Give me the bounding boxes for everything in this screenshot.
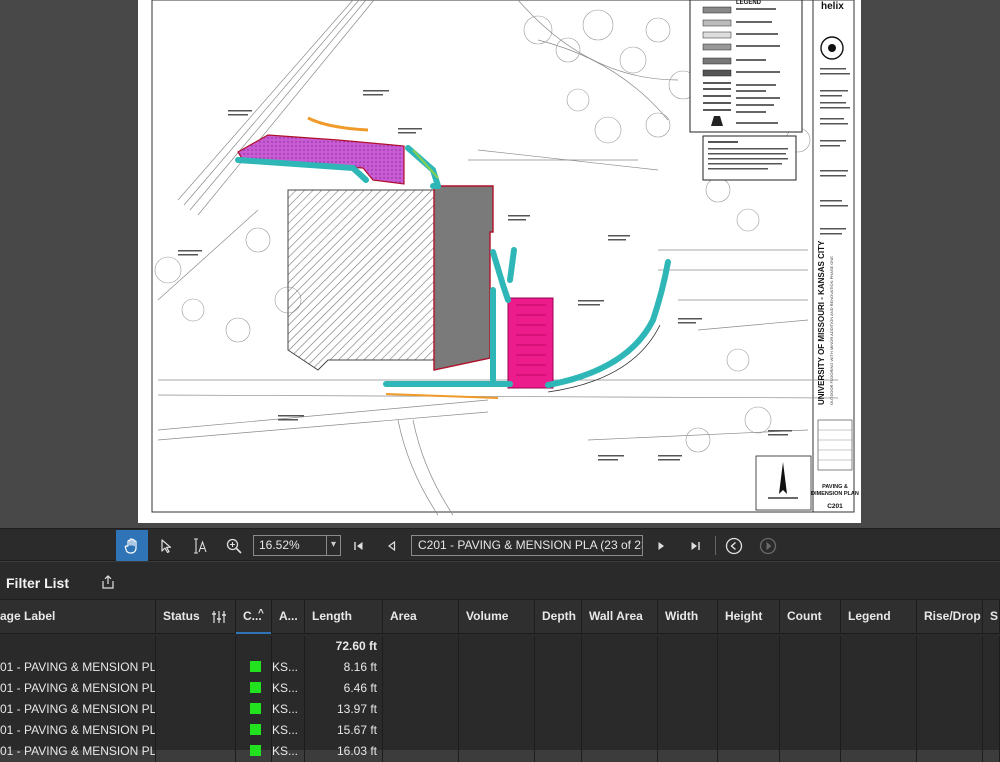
row-status [156,741,236,762]
page-indicator: C201 - PAVING & MENSION PLA (23 of 237) [418,538,643,552]
row-author: KS... [272,720,305,741]
color-swatch [250,682,261,693]
row-status [156,657,236,678]
status-header-label: Status [163,609,200,623]
export-icon[interactable] [100,574,116,590]
row-length: 13.97 ft [305,699,383,720]
sort-ascending-icon: ^ [258,608,264,619]
row-length: 6.46 ft [305,678,383,699]
row-length: 15.67 ft [305,720,383,741]
panel-header: Filter List [0,562,1000,600]
project-name: UNIVERSITY OF MISSOURI - KANSAS CITY [817,240,826,405]
row-page-label: 01 - PAVING & MENSION PLA [0,657,156,678]
filter-list-title[interactable]: Filter List [6,575,69,591]
project-subtitle: OUTDOOR FLOORING WITH MINOR ADDITION AND… [829,256,834,405]
row-color [236,741,272,762]
row-status [156,678,236,699]
table-row[interactable]: 01 - PAVING & MENSION PLA KS... 16.03 ft [0,741,1000,762]
zoom-value: 16.52% [259,538,300,552]
sheet-number: C201 [827,503,843,510]
row-length: 16.03 ft [305,741,383,762]
back-view-button[interactable] [718,530,750,561]
row-page-label: 01 - PAVING & MENSION PLA [0,699,156,720]
row-author: KS... [272,741,305,762]
column-header-author[interactable]: A... [272,600,305,634]
prev-page-button[interactable] [376,530,408,561]
sheet-title-2: DIMENSION PLAN [811,491,859,497]
table-row[interactable]: 01 - PAVING & MENSION PLA KS... 8.16 ft [0,657,1000,678]
column-header-width[interactable]: Width [658,600,718,634]
row-color [236,699,272,720]
column-header-s[interactable]: S [983,600,1000,634]
table-row[interactable]: 01 - PAVING & MENSION PLA KS... 13.97 ft [0,699,1000,720]
row-author: KS... [272,699,305,720]
color-swatch [250,745,261,756]
document-viewer[interactable]: LEGEND helix UNIVERSITY OF MISSOURI - KA… [0,0,1000,528]
row-color [236,720,272,741]
row-page-label: 01 - PAVING & MENSION PLA [0,720,156,741]
forward-view-icon [759,537,777,554]
prev-page-icon [387,540,396,551]
last-page-icon [691,541,700,550]
column-header-wall-area[interactable]: Wall Area [582,600,658,634]
markups-list-panel: Filter List age Label Status C... ^ A...… [0,562,1000,762]
column-header-volume[interactable]: Volume [459,600,535,634]
row-author: KS... [272,657,305,678]
select-tool-button[interactable] [150,530,182,561]
back-view-icon [725,537,743,554]
row-page-label: 01 - PAVING & MENSION PLA [0,741,156,762]
zoom-tool-button[interactable] [218,530,250,561]
firm-logo: helix [821,1,844,12]
table-row[interactable]: 01 - PAVING & MENSION PLA KS... 15.67 ft [0,720,1000,741]
total-length: 72.60 ft [305,636,383,657]
table-row[interactable]: 01 - PAVING & MENSION PLA KS... 6.46 ft [0,678,1000,699]
row-color [236,678,272,699]
pan-tool-icon [124,537,137,554]
color-swatch [250,724,261,735]
first-page-button[interactable] [343,530,375,561]
select-tool-icon [161,538,172,553]
column-header-legend[interactable]: Legend [841,600,917,634]
pan-tool-button[interactable] [116,530,148,561]
page-selector[interactable]: C201 - PAVING & MENSION PLA (23 of 237) [411,535,643,556]
column-header-color[interactable]: C... ^ [236,600,272,634]
next-page-button[interactable] [645,530,677,561]
column-header-rise-drop[interactable]: Rise/Drop [917,600,983,634]
viewer-toolbar: 16.52% ▾ C201 - PAVING & MENSION PLA (23… [0,528,1000,561]
column-header-height[interactable]: Height [718,600,780,634]
toolbar-divider [715,536,716,555]
color-swatch [250,703,261,714]
row-status [156,720,236,741]
forward-view-button[interactable] [752,530,784,561]
row-length: 8.16 ft [305,657,383,678]
site-plan-drawing: LEGEND helix UNIVERSITY OF MISSOURI - KA… [151,0,859,516]
row-color [236,657,272,678]
column-header-page-label[interactable]: age Label [0,600,156,634]
column-header-count[interactable]: Count [780,600,841,634]
totals-row: 72.60 ft [0,636,1000,657]
last-page-button[interactable] [679,530,711,561]
chevron-down-icon[interactable]: ▾ [326,536,340,555]
next-page-icon [658,541,664,550]
markups-table: age Label Status C... ^ A... Length Area… [0,600,1000,762]
column-header-length[interactable]: Length [305,600,383,634]
row-status [156,699,236,720]
row-page-label: 01 - PAVING & MENSION PLA [0,678,156,699]
text-select-icon [194,537,207,554]
column-header-area[interactable]: Area [383,600,459,634]
legend-title: LEGEND [736,0,762,6]
row-author: KS... [272,678,305,699]
zoom-icon [226,538,242,554]
zoom-select[interactable]: 16.52% ▾ [253,535,341,556]
first-page-icon [354,541,363,550]
sorted-column-indicator [236,632,271,634]
table-header: age Label Status C... ^ A... Length Area… [0,600,1000,634]
column-filter-icon[interactable] [211,610,227,624]
drawing-sheet[interactable]: LEGEND helix UNIVERSITY OF MISSOURI - KA… [138,0,861,523]
text-select-button[interactable] [184,530,216,561]
color-swatch [250,661,261,672]
sheet-title-1: PAVING & [822,484,848,490]
column-header-status[interactable]: Status [156,600,236,634]
column-header-depth[interactable]: Depth [535,600,582,634]
